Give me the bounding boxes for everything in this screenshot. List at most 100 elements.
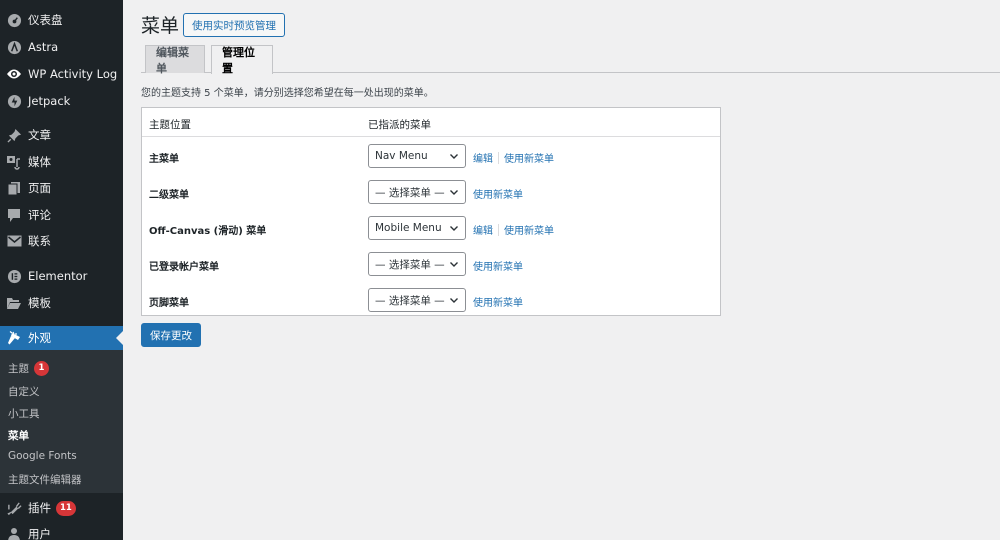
sidebar-item-wp-activity-log[interactable]: WP Activity Log: [0, 61, 123, 87]
page-title: 菜单: [141, 15, 180, 37]
sidebar-item-jetpack[interactable]: Jetpack: [0, 88, 123, 114]
row-actions: 使用新菜单: [473, 294, 523, 309]
use-new-menu-link[interactable]: 使用新菜单: [504, 222, 554, 237]
chevron-down-icon: [449, 294, 459, 309]
user-icon: [0, 527, 28, 540]
sidebar-item-users[interactable]: 用户: [0, 521, 123, 540]
sidebar-item-comments[interactable]: 评论: [0, 202, 123, 228]
sidebar-item-label: 评论: [28, 208, 51, 222]
table-row: 页脚菜单 — 选择菜单 — 使用新菜单: [142, 282, 720, 318]
sidebar-item-label: 仪表盘: [28, 13, 63, 27]
plugin-icon: [0, 501, 28, 516]
sidebar-item-elementor[interactable]: Elementor: [0, 263, 123, 289]
submenu-item-theme-file-editor[interactable]: 主题文件编辑器: [8, 472, 82, 487]
elementor-icon: [0, 269, 28, 284]
submenu-item-google-fonts[interactable]: Google Fonts: [8, 450, 77, 462]
row-actions: 编辑 使用新菜单: [473, 150, 554, 165]
column-header-assigned-menu: 已指派的菜单: [368, 119, 431, 131]
brush-icon: [0, 330, 28, 346]
selected-value: — 选择菜单 —: [375, 186, 445, 199]
location-name: 二级菜单: [149, 190, 189, 201]
menu-select[interactable]: Mobile Menu: [368, 216, 466, 240]
menu-select[interactable]: — 选择菜单 —: [368, 288, 466, 312]
sidebar-item-astra[interactable]: Astra: [0, 34, 123, 60]
sidebar-item-appearance[interactable]: 外观: [0, 326, 123, 350]
divider: [498, 223, 499, 236]
nav-tabs: 编辑菜单 管理位置: [141, 45, 1000, 75]
chevron-down-icon: [449, 258, 459, 273]
sidebar-item-templates[interactable]: 模板: [0, 290, 123, 316]
selected-value: Nav Menu: [375, 150, 428, 162]
sidebar-item-dashboard[interactable]: 仪表盘: [0, 7, 123, 33]
table-row: Off-Canvas (滑动) 菜单 Mobile Menu 编辑 使用新菜单: [142, 210, 720, 246]
save-changes-button[interactable]: 保存更改: [141, 323, 201, 347]
sidebar-item-label: WP Activity Log: [28, 67, 118, 81]
chevron-down-icon: [449, 222, 459, 237]
submenu-item-menus[interactable]: 菜单: [8, 428, 29, 443]
sidebar-item-contact[interactable]: 联系: [0, 228, 123, 254]
comment-icon: [0, 208, 28, 223]
tab-edit-menus[interactable]: 编辑菜单: [145, 45, 205, 75]
row-actions: 使用新菜单: [473, 186, 523, 201]
selected-value: — 选择菜单 —: [375, 258, 445, 271]
menu-select[interactable]: — 选择菜单 —: [368, 252, 466, 276]
use-new-menu-link[interactable]: 使用新菜单: [473, 294, 523, 309]
edit-link[interactable]: 编辑: [473, 222, 493, 237]
row-actions: 使用新菜单: [473, 258, 523, 273]
menu-select[interactable]: — 选择菜单 —: [368, 180, 466, 204]
sidebar-item-posts[interactable]: 文章: [0, 122, 123, 148]
dashboard-icon: [0, 13, 28, 28]
folder-icon: [0, 297, 28, 310]
row-actions: 编辑 使用新菜单: [473, 222, 554, 237]
location-name: 页脚菜单: [149, 298, 189, 309]
jetpack-icon: [0, 94, 28, 109]
media-icon: [0, 155, 28, 170]
sidebar-item-label: Astra: [28, 40, 59, 54]
use-new-menu-link[interactable]: 使用新菜单: [504, 150, 554, 165]
sidebar-item-media[interactable]: 媒体: [0, 149, 123, 175]
column-header-location: 主题位置: [149, 119, 191, 131]
use-new-menu-link[interactable]: 使用新菜单: [473, 258, 523, 273]
edit-link[interactable]: 编辑: [473, 150, 493, 165]
submenu-item-label: 主题: [8, 363, 29, 375]
submenu-item-themes[interactable]: 主题 1: [8, 361, 49, 376]
submenu-item-label: 自定义: [8, 386, 40, 398]
table-header: 主题位置 已指派的菜单: [142, 108, 720, 137]
sidebar-item-label: 外观: [28, 331, 51, 345]
table-row: 主菜单 Nav Menu 编辑 使用新菜单: [142, 138, 720, 174]
submenu-item-label: 主题文件编辑器: [8, 474, 82, 486]
sidebar-item-label: 页面: [28, 181, 51, 195]
use-new-menu-link[interactable]: 使用新菜单: [473, 186, 523, 201]
location-name: Off-Canvas (滑动) 菜单: [149, 226, 267, 237]
sidebar-item-label: 模板: [28, 296, 51, 310]
tab-manage-locations[interactable]: 管理位置: [211, 45, 273, 75]
menu-locations-table: 主题位置 已指派的菜单 主菜单 Nav Menu 编辑 使用新菜单 二级菜单 —…: [141, 107, 721, 316]
update-count-badge: 1: [34, 361, 49, 376]
sidebar-item-pages[interactable]: 页面: [0, 175, 123, 201]
location-name: 已登录帐户菜单: [149, 262, 219, 273]
submenu-item-label: 菜单: [8, 430, 29, 442]
sidebar-item-label: 插件: [28, 501, 51, 515]
table-row: 二级菜单 — 选择菜单 — 使用新菜单: [142, 174, 720, 210]
astra-icon: [0, 40, 28, 55]
current-indicator: [116, 331, 123, 345]
sidebar-item-label: 用户: [28, 527, 51, 540]
submenu-item-widgets[interactable]: 小工具: [8, 406, 40, 421]
appearance-submenu: 主题 1 自定义 小工具 菜单 Google Fonts 主题文件编辑器: [0, 350, 123, 493]
chevron-down-icon: [449, 186, 459, 201]
selected-value: — 选择菜单 —: [375, 294, 445, 307]
eye-icon: [0, 67, 28, 81]
pin-icon: [0, 128, 28, 143]
sidebar-item-plugins[interactable]: 插件 11: [0, 495, 123, 521]
sidebar-item-label: 联系: [28, 234, 51, 248]
submenu-item-label: 小工具: [8, 408, 40, 420]
menu-select[interactable]: Nav Menu: [368, 144, 466, 168]
pages-icon: [0, 181, 28, 196]
table-row: 已登录帐户菜单 — 选择菜单 — 使用新菜单: [142, 246, 720, 282]
selected-value: Mobile Menu: [375, 222, 442, 234]
sidebar-item-label: 文章: [28, 128, 51, 142]
manage-with-live-preview-button[interactable]: 使用实时预览管理: [183, 13, 285, 37]
plugin-update-badge: 11: [56, 500, 76, 516]
submenu-item-customize[interactable]: 自定义: [8, 384, 40, 399]
submenu-item-label: Google Fonts: [8, 450, 77, 462]
